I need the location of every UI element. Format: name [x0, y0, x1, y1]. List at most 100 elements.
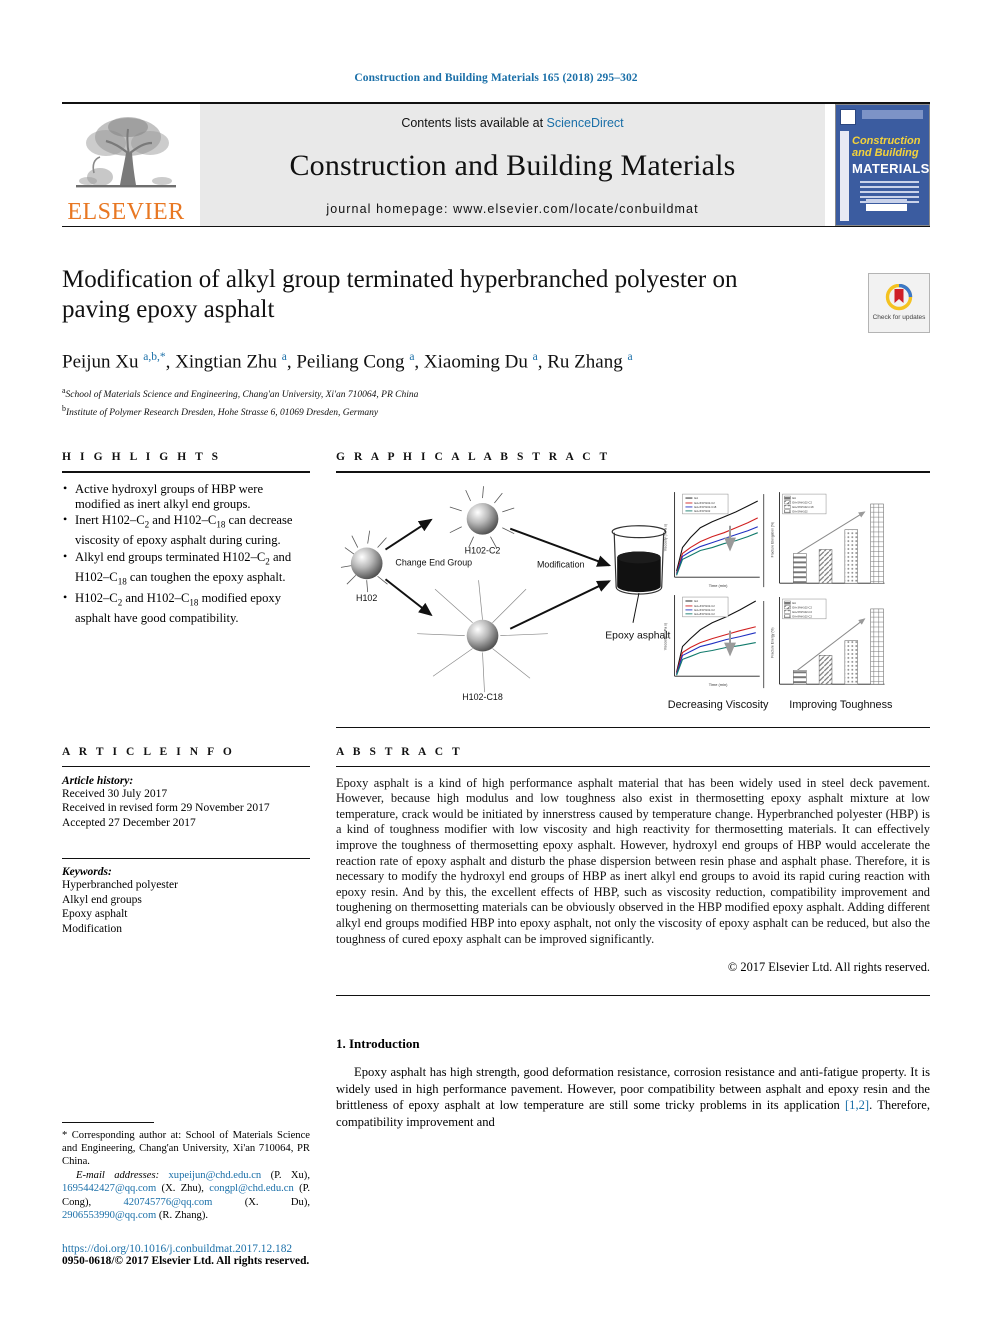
list-item: Active hydroxyl groups of HBP were modif…	[62, 481, 310, 513]
contents-prefix: Contents lists available at	[401, 116, 547, 130]
info-abstract-band: A R T I C L E I N F O Article history: R…	[62, 746, 930, 996]
svg-text:EA: EA	[792, 601, 796, 605]
email-link[interactable]: 2906553990@qq.com	[62, 1210, 156, 1221]
ga-chart-toughness-2: EA EA+3%H102-C2 EA+5%H102-C2 EA+8%H102-C…	[771, 596, 885, 685]
ga-chart-toughness-1: EA EA+5%H102-C2 EA+5%H102-C18 EA+5%H102 …	[771, 491, 885, 584]
journal-homepage[interactable]: journal homepage: www.elsevier.com/locat…	[326, 202, 698, 216]
list-item: Modification	[62, 922, 123, 935]
ga-molecule-schematic: H102 Change End Group H102-C2 H102-C18 M…	[340, 485, 671, 702]
doi-link[interactable]: https://doi.org/10.1016/j.conbuildmat.20…	[62, 1243, 309, 1255]
citation-link[interactable]: [1,2]	[845, 1098, 869, 1112]
list-item: Alkyl end groups terminated H102–C2 and …	[62, 549, 310, 590]
sciencedirect-link[interactable]: ScienceDirect	[547, 116, 624, 130]
ga-caption-decreasing-viscosity: Decreasing Viscosity	[668, 699, 769, 711]
keywords-list: Hyperbranched polyester Alkyl end groups E…	[62, 878, 310, 936]
ga-charts: EA EA+5%H102-C2 EA+5%H102-C18 EA+5%H102 …	[664, 491, 893, 711]
corresponding-author-note: * Corresponding author at: School of Mat…	[62, 1129, 310, 1169]
abstract-column: A B S T R A C T Epoxy asphalt is a kind …	[336, 746, 930, 996]
abstract-bottom-rule	[336, 994, 930, 996]
email-person: (R. Zhang)	[158, 1210, 206, 1221]
svg-text:Fracture Energy (%): Fracture Energy (%)	[771, 627, 775, 657]
svg-text:EA+5%H102-C2: EA+5%H102-C2	[792, 500, 812, 504]
ga-label-change-end-group: Change End Group	[395, 557, 472, 567]
journal-cover-thumbnail[interactable]: Construction and Building MATERIALS	[835, 104, 930, 226]
ga-arrow-mod-bottom	[509, 579, 612, 630]
highlights-rule	[62, 470, 310, 473]
crossmark-label: Check for updates	[872, 314, 926, 321]
ga-beaker: Epoxy asphalt	[605, 524, 671, 641]
svg-text:EA+5%H102: EA+5%H102	[694, 509, 710, 513]
ga-label-h102-c2: H102-C2	[465, 545, 501, 555]
affiliations: aSchool of Materials Science and Enginee…	[62, 384, 930, 420]
page-title: Modification of alkyl group terminated h…	[62, 266, 738, 323]
introduction-paragraph: Epoxy asphalt has high strength, good de…	[336, 1064, 930, 1130]
ga-label-epoxy-asphalt: Epoxy asphalt	[605, 630, 670, 641]
abstract-rule	[336, 765, 930, 767]
cover-line2-text: and Building	[852, 147, 919, 159]
cover-badge-icon	[840, 109, 856, 125]
svg-text:Time (min): Time (min)	[709, 583, 728, 588]
email-person: (X. Du)	[244, 1196, 308, 1208]
ga-caption-improving-toughness: Improving Toughness	[789, 699, 893, 711]
masthead-center: Contents lists available at ScienceDirec…	[200, 104, 825, 226]
page-footer: https://doi.org/10.1016/j.conbuildmat.20…	[62, 1243, 309, 1267]
email-link[interactable]: xupeijun@chd.edu.cn	[169, 1170, 262, 1181]
highlights-column: H I G H L I G H T S Active hydroxyl grou…	[62, 451, 310, 728]
corresponding-text: Corresponding author at: School of Mater…	[62, 1129, 310, 1168]
crossmark-badge[interactable]: Check for updates	[868, 273, 930, 333]
list-item: Received in revised form 29 November 201…	[62, 802, 270, 815]
journal-title: Construction and Building Materials	[289, 149, 736, 182]
list-item: Epoxy asphalt	[62, 908, 128, 921]
svg-text:Viscosity (mPa s): Viscosity (mPa s)	[664, 524, 668, 551]
crossmark-icon	[885, 284, 913, 311]
column-gap-2	[310, 746, 336, 996]
list-item: H102–C2 and H102–C18 modified epoxy asph…	[62, 590, 310, 626]
svg-text:EA: EA	[694, 599, 698, 603]
affiliation-a: aSchool of Materials Science and Enginee…	[62, 386, 419, 401]
elsevier-logo: ELSEVIER	[62, 104, 190, 226]
graphical-abstract-column: G R A P H I C A L A B S T R A C T H102 C…	[336, 451, 930, 728]
article-info-rule	[62, 765, 310, 767]
introduction-heading: 1. Introduction	[336, 1035, 420, 1051]
ga-label-h102-c18: H102-C18	[462, 692, 503, 702]
journal-masthead: ELSEVIER Contents lists available at Sci…	[62, 104, 930, 226]
intro-part-1: Epoxy asphalt has high strength, good de…	[336, 1065, 930, 1113]
graphical-abstract-bottom-rule	[336, 726, 930, 728]
ga-chart-viscosity-1: EA EA+5%H102-C2 EA+5%H102-C18 EA+5%H102 …	[664, 491, 760, 588]
cover-left-strip	[840, 131, 849, 221]
email-addresses: E-mail addresses: xupeijun@chd.edu.cn (P…	[62, 1169, 310, 1223]
svg-text:EA: EA	[694, 496, 698, 500]
ga-h102-c18-node: H102-C18	[417, 579, 548, 702]
ga-arrow-bottom	[384, 578, 433, 616]
elsevier-tree-icon	[76, 117, 176, 188]
list-item: Received 30 July 2017	[62, 787, 168, 800]
abstract-copyright: © 2017 Elsevier Ltd. All rights reserved…	[727, 959, 930, 974]
email-link[interactable]: 420745776@qq.com	[123, 1197, 212, 1208]
paper-page: Construction and Building Materials 165 …	[0, 0, 992, 1323]
column-gap-3	[310, 1036, 336, 1223]
svg-text:Fracture Elongation (%): Fracture Elongation (%)	[771, 522, 775, 557]
ga-h102-node: H102	[340, 530, 388, 603]
svg-text:EA+5%H102-C2: EA+5%H102-C2	[792, 610, 812, 614]
graphical-abstract-rule	[336, 470, 930, 473]
graphical-abstract-figure: H102 Change End Group H102-C2 H102-C18 M…	[336, 483, 930, 727]
email-person: (P. Xu)	[270, 1169, 308, 1181]
cover-line1-text: Construction	[852, 135, 921, 147]
email-link[interactable]: congpl@chd.edu.cn	[209, 1183, 293, 1194]
highlights-heading: H I G H L I G H T S	[62, 450, 222, 463]
ga-label-h102: H102	[356, 593, 377, 603]
keywords-block: Keywords: Hyperbranched polyester Alkyl e…	[62, 866, 310, 936]
keywords-label: Keywords:	[62, 866, 112, 879]
email-person: (X. Zhu)	[161, 1183, 202, 1195]
list-item: Alkyl end groups	[62, 893, 142, 906]
email-link[interactable]: 1695442427@qq.com	[62, 1183, 156, 1194]
highlights-list: Active hydroxyl groups of HBP were modif…	[62, 481, 310, 626]
ga-h102-c2-node: H102-C2	[449, 485, 515, 555]
column-gap	[310, 451, 336, 728]
abstract-heading: A B S T R A C T	[336, 745, 463, 758]
list-item: Inert H102–C2 and H102–C18 can decrease …	[62, 512, 310, 548]
keywords-separator	[62, 858, 310, 860]
svg-text:Viscosity (mPa s): Viscosity (mPa s)	[664, 623, 668, 650]
list-item: Hyperbranched polyester	[62, 879, 178, 892]
affiliation-b-text: Institute of Polymer Research Dresden, H…	[65, 408, 379, 419]
